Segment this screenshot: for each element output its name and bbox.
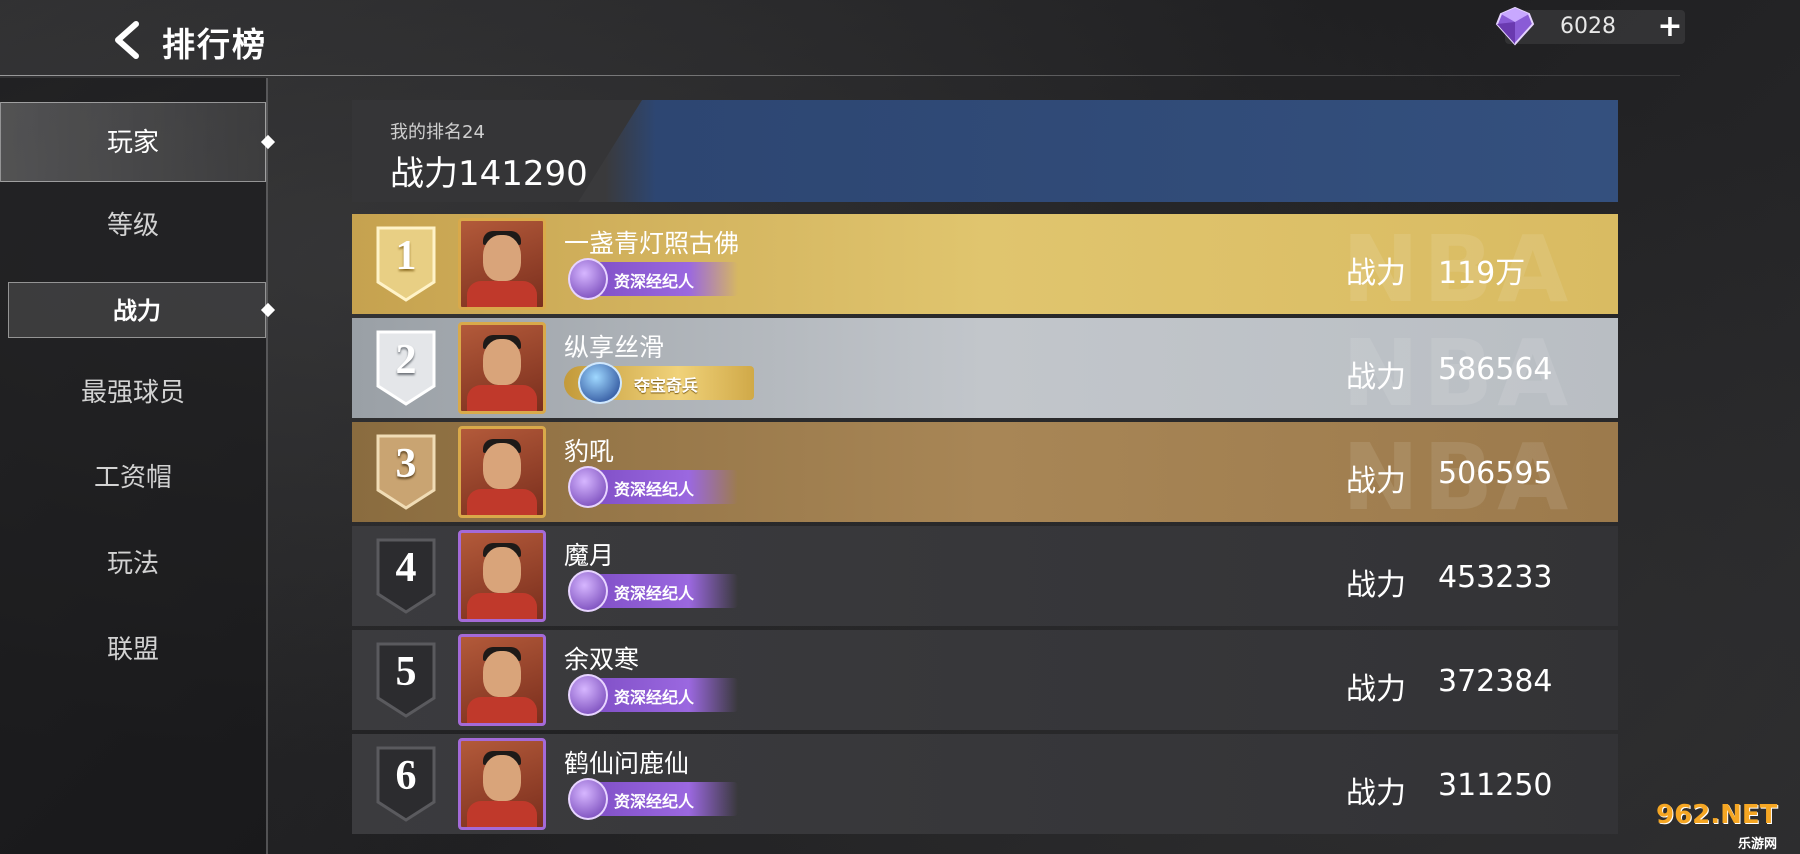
ranking-row[interactable]: 6 鹤仙问鹿仙 资深经纪人 战力 311250 bbox=[352, 734, 1618, 834]
add-currency-button[interactable]: + bbox=[1655, 10, 1685, 44]
badge-label: 资深经纪人 bbox=[614, 792, 695, 811]
power-label: 战力 bbox=[1346, 360, 1406, 395]
sidebar-item-best-player[interactable]: 最强球员 bbox=[0, 365, 266, 421]
player-avatar[interactable] bbox=[458, 426, 546, 518]
agent-badge-icon bbox=[568, 466, 608, 508]
title-badge: 资深经纪人 bbox=[568, 570, 738, 612]
agent-badge-icon bbox=[568, 674, 608, 716]
site-watermark-logo: 962.NET bbox=[1656, 800, 1778, 830]
title-badge: 资深经纪人 bbox=[568, 466, 738, 508]
rank-number: 3 bbox=[395, 441, 417, 487]
sidebar-item-label: 联盟 bbox=[106, 635, 159, 665]
badge-label: 资深经纪人 bbox=[614, 688, 695, 707]
sidebar-item-salary-cap[interactable]: 工资帽 bbox=[0, 450, 266, 506]
sidebar-item-power[interactable]: 战力 bbox=[8, 282, 276, 338]
site-watermark: 962.NET 乐游网 bbox=[1656, 800, 1792, 852]
sidebar-item-level[interactable]: 等级 bbox=[0, 198, 266, 254]
top-bar: 排行榜 6028 + bbox=[0, 0, 1800, 76]
rank-number: 6 bbox=[395, 753, 417, 799]
my-rank-banner: 我的排名24 战力141290 bbox=[352, 100, 1618, 202]
player-avatar[interactable] bbox=[458, 634, 546, 726]
currency-value: 6028 bbox=[1560, 14, 1616, 39]
ranking-row[interactable]: 4 魔月 资深经纪人 战力 453233 bbox=[352, 526, 1618, 626]
player-name: 豹吼 bbox=[564, 437, 615, 466]
player-name: 余双寒 bbox=[564, 645, 640, 674]
rank-number: 5 bbox=[395, 649, 417, 695]
power-label: 战力 bbox=[1346, 776, 1406, 811]
sidebar-item-label: 最强球员 bbox=[80, 378, 185, 408]
chevron-left-icon bbox=[115, 21, 139, 59]
ranking-row[interactable]: NBA 1 一盏青灯照古佛 资深经纪人 战力 119万 bbox=[352, 214, 1618, 314]
player-avatar[interactable] bbox=[458, 322, 546, 414]
power-label: 战力 bbox=[1346, 568, 1406, 603]
header-divider bbox=[0, 75, 1680, 76]
site-watermark-text: 乐游网 bbox=[1738, 837, 1778, 852]
power-value: 372384 bbox=[1438, 664, 1553, 699]
sidebar-item-players[interactable]: 玩家 bbox=[0, 102, 276, 182]
power-value: 453233 bbox=[1438, 560, 1553, 595]
player-avatar[interactable] bbox=[458, 218, 546, 310]
power-value: 506595 bbox=[1438, 456, 1553, 491]
title-badge: 资深经纪人 bbox=[568, 674, 738, 716]
power-label: 战力 bbox=[1346, 256, 1406, 291]
ranking-row[interactable]: NBA 3 豹吼 资深经纪人 战力 506595 bbox=[352, 422, 1618, 522]
sidebar-item-alliance[interactable]: 联盟 bbox=[0, 622, 266, 678]
badge-label: 资深经纪人 bbox=[614, 272, 695, 291]
player-name: 一盏青灯照古佛 bbox=[564, 229, 740, 258]
title-badge: 资深经纪人 bbox=[568, 258, 738, 300]
badge-label: 资深经纪人 bbox=[614, 480, 695, 499]
power-label: 战力 bbox=[1346, 672, 1406, 707]
badge-label: 资深经纪人 bbox=[614, 584, 695, 603]
ranking-row[interactable]: NBA 2 纵享丝滑 夺宝奇兵 战力 586564 bbox=[352, 318, 1618, 418]
ranking-list: NBA 1 一盏青灯照古佛 资深经纪人 战力 119万 NBA 2 纵享丝滑 夺… bbox=[352, 214, 1618, 854]
currency-display: 6028 + bbox=[1495, 6, 1685, 46]
player-avatar[interactable] bbox=[458, 738, 546, 830]
sidebar-item-label: 工资帽 bbox=[93, 463, 172, 493]
player-avatar[interactable] bbox=[458, 530, 546, 622]
power-value: 119万 bbox=[1438, 256, 1526, 291]
my-rank-label: 我的排名24 bbox=[390, 122, 485, 143]
rank-number: 4 bbox=[395, 545, 417, 591]
sidebar-item-label: 玩法 bbox=[106, 549, 159, 579]
sidebar-item-label: 战力 bbox=[113, 297, 161, 325]
agent-badge-icon bbox=[568, 258, 608, 300]
diamond-badge-icon bbox=[578, 362, 622, 404]
badge-label: 夺宝奇兵 bbox=[634, 376, 699, 395]
player-name: 纵享丝滑 bbox=[564, 333, 665, 362]
agent-badge-icon bbox=[568, 570, 608, 612]
ranking-row[interactable]: 5 余双寒 资深经纪人 战力 372384 bbox=[352, 630, 1618, 730]
power-value: 311250 bbox=[1438, 768, 1553, 803]
sidebar-item-label: 等级 bbox=[106, 211, 159, 241]
power-label: 战力 bbox=[1346, 464, 1406, 499]
my-power-value: 战力141290 bbox=[390, 154, 588, 194]
gem-icon bbox=[1495, 6, 1535, 46]
player-name: 鹤仙问鹿仙 bbox=[564, 749, 690, 778]
back-button[interactable] bbox=[108, 18, 148, 62]
sidebar-divider bbox=[266, 78, 268, 854]
page-title: 排行榜 bbox=[162, 25, 267, 64]
rank-number: 1 bbox=[395, 233, 417, 279]
power-value: 586564 bbox=[1438, 352, 1553, 387]
agent-badge-icon bbox=[568, 778, 608, 820]
title-badge: 夺宝奇兵 bbox=[564, 362, 754, 404]
sidebar-item-label: 玩家 bbox=[106, 128, 159, 158]
player-name: 魔月 bbox=[564, 541, 615, 570]
sidebar-item-gameplay[interactable]: 玩法 bbox=[0, 536, 266, 592]
title-badge: 资深经纪人 bbox=[568, 778, 738, 820]
rank-number: 2 bbox=[395, 337, 417, 383]
